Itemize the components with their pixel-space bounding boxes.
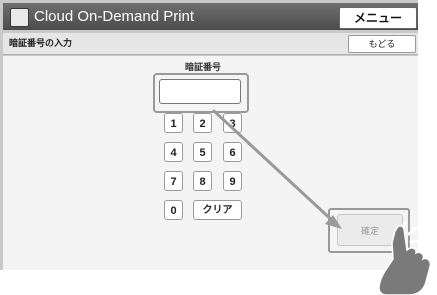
guide-arrow-line bbox=[212, 109, 337, 225]
stage: Cloud On-Demand Print メニュー 暗証番号の入力 もどる 暗… bbox=[0, 0, 437, 295]
hand-shape bbox=[378, 225, 432, 295]
pointing-hand-icon bbox=[378, 221, 432, 295]
